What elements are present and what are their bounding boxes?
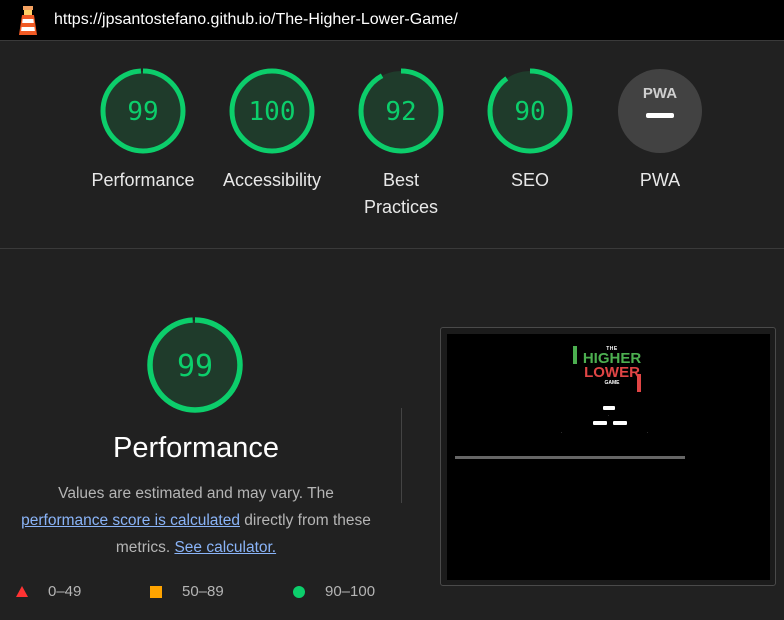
game-logo: THE HIGHER LOWER GAME <box>572 346 652 386</box>
game-logo-lower: LOWER <box>584 364 640 381</box>
mini-instructions-text <box>455 456 685 459</box>
performance-description: Values are estimated and may vary. The p… <box>0 480 392 561</box>
pwa-badge-icon: PWA <box>618 69 702 153</box>
seo-score: 90 <box>514 97 545 127</box>
gauge-label-seo: SEO <box>510 170 549 190</box>
gauge-performance[interactable]: 99 Performance <box>78 67 208 194</box>
gauge-accessibility[interactable]: 100 Accessibility <box>207 67 337 194</box>
average-square-icon <box>150 585 162 598</box>
svg-text:PWA: PWA <box>643 85 677 102</box>
lighthouse-logo-icon <box>19 6 37 35</box>
fail-triangle-icon <box>16 586 28 597</box>
page-url[interactable]: https://jpsantostefano.github.io/The-Hig… <box>54 11 458 29</box>
performance-title: Performance <box>112 432 279 464</box>
legend-fail-range: 0–49 <box>48 583 82 600</box>
gauge-label-accessibility: Accessibility <box>222 170 322 190</box>
legend-pass-range: 90–100 <box>325 583 376 600</box>
gauge-label-performance: Performance <box>91 170 195 190</box>
mini-dot: · <box>608 413 610 418</box>
pass-circle-icon <box>293 585 305 598</box>
gauge-best-practices[interactable]: 92 Best Practices <box>336 67 466 221</box>
vertical-divider <box>401 408 402 503</box>
performance-score: 99 <box>127 97 158 127</box>
legend-pass: 90–100 <box>293 583 375 600</box>
score-summary: 99 Performance 100 Accessibility 92 Best… <box>0 41 784 249</box>
legend-average: 50–89 <box>150 583 224 600</box>
accessibility-score: 100 <box>249 97 296 127</box>
legend-average-range: 50–89 <box>182 583 224 600</box>
mini-start-button <box>603 406 615 410</box>
performance-gauge-ring: 99 <box>100 68 186 154</box>
performance-main-score: 99 <box>177 349 213 384</box>
final-screenshot-frame[interactable]: THE HIGHER LOWER GAME · · · <box>440 327 776 586</box>
mini-left-stat: · <box>561 430 563 435</box>
score-legend: 0–49 50–89 90–100 <box>0 583 400 603</box>
seo-gauge-ring: 90 <box>487 68 573 154</box>
performance-score-link[interactable]: performance score is calculated <box>21 512 240 529</box>
see-calculator-link[interactable]: See calculator. <box>174 539 276 556</box>
gauge-label-pwa: PWA <box>639 170 681 190</box>
address-bar: https://jpsantostefano.github.io/The-Hig… <box>0 0 784 41</box>
gauge-label-best-practices: Best Practices <box>363 170 439 217</box>
best-practices-score: 92 <box>385 97 416 127</box>
performance-main-gauge: 99 <box>147 317 243 413</box>
mini-higher-button <box>593 421 607 425</box>
final-screenshot: THE HIGHER LOWER GAME · · · <box>447 334 770 580</box>
gauge-seo[interactable]: 90 SEO <box>465 67 595 194</box>
mini-lower-button <box>613 421 627 425</box>
gauge-pwa[interactable]: PWA PWA <box>595 67 725 194</box>
legend-fail: 0–49 <box>16 583 81 600</box>
desc-prefix: Values are estimated and may vary. The <box>58 485 334 502</box>
accessibility-gauge-ring: 100 <box>229 68 315 154</box>
best-practices-gauge-ring: 92 <box>358 68 444 154</box>
mini-right-stat: · <box>647 430 649 435</box>
